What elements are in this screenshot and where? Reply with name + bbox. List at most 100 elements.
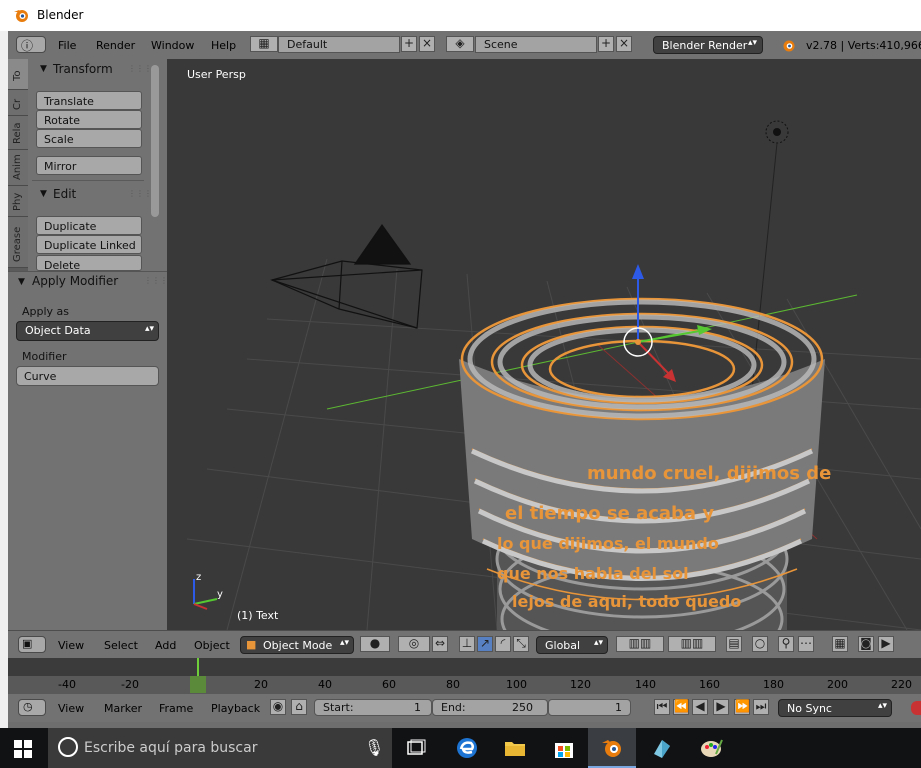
auto-keying-button[interactable] — [911, 701, 921, 715]
lock-icon[interactable]: ⌂ — [291, 699, 307, 715]
menu-marker[interactable]: Marker — [104, 702, 142, 715]
dropdown-arrows-icon: ▴▾ — [144, 324, 154, 334]
tab-grease-pencil[interactable]: Grease — [8, 217, 28, 268]
text-ring-1: mundo cruel, dijimos de — [587, 463, 831, 484]
snap-element-icon[interactable]: ⋯ — [798, 636, 814, 652]
jump-end-icon[interactable]: ⏭ — [753, 699, 769, 715]
scale-manipulator-icon[interactable]: ⤡ — [513, 636, 529, 652]
toolshelf-scrollbar[interactable] — [151, 65, 159, 217]
layers-grid-right[interactable]: ▥▥ — [668, 636, 716, 652]
store-icon[interactable] — [552, 736, 576, 760]
windows-start-icon[interactable] — [14, 740, 32, 758]
collapse-arrow-icon[interactable]: ▼ — [40, 189, 47, 199]
tick-label: 180 — [763, 678, 784, 691]
screen-layout-icon[interactable]: ▦ — [250, 36, 278, 52]
menu-window[interactable]: Window — [151, 39, 194, 52]
current-frame-indicator[interactable] — [190, 676, 206, 693]
text-ring-5: lejos de aqui, todo quedo — [512, 592, 741, 611]
menu-view[interactable]: View — [58, 702, 84, 715]
record-keyframe-icon[interactable]: ◉ — [270, 699, 286, 715]
manipulator-axes-icon[interactable]: ⊥ — [459, 636, 475, 652]
paint-app-icon[interactable] — [700, 736, 724, 760]
end-frame-field[interactable]: End: 250 — [432, 699, 548, 716]
operator-panel-header[interactable]: Apply Modifier — [32, 274, 118, 288]
mode-select[interactable]: ■ Object Mode ▴▾ — [240, 636, 354, 654]
play-icon[interactable]: ▶ — [713, 699, 729, 715]
rotate-manipulator-icon[interactable]: ◜ — [495, 636, 511, 652]
layers-grid-left[interactable]: ▥▥ — [616, 636, 664, 652]
mode-label: Object Mode — [263, 639, 333, 652]
editor-type-button[interactable]: ⓘ — [16, 36, 46, 53]
play-reverse-icon[interactable]: ◀ — [692, 699, 708, 715]
edge-browser-icon[interactable] — [455, 736, 479, 760]
tab-animation[interactable]: Anim — [8, 150, 28, 186]
viewport-shading-icon[interactable]: ● — [360, 636, 390, 652]
editor-type-button[interactable]: ▣ — [18, 636, 46, 653]
menu-playback[interactable]: Playback — [211, 702, 260, 715]
editor-type-button[interactable]: ◷ — [18, 699, 46, 716]
start-frame-field[interactable]: Start: 1 — [314, 699, 432, 716]
opengl-render-icon[interactable]: ◙ — [858, 636, 874, 652]
render-engine-select[interactable]: Blender Render ▴▾ — [653, 36, 763, 54]
drag-handle-icon[interactable]: ⋮⋮⋮ — [144, 276, 168, 285]
pivot-point-icon[interactable]: ◎ — [398, 636, 430, 652]
task-view-icon[interactable] — [404, 736, 428, 760]
edit-panel-header[interactable]: Edit — [53, 187, 76, 201]
file-explorer-icon[interactable] — [503, 736, 527, 760]
snap-toggle-icon[interactable]: ⚲ — [778, 636, 794, 652]
current-frame-line[interactable] — [197, 658, 199, 676]
mirror-button[interactable]: Mirror — [36, 156, 142, 175]
scene-icon[interactable]: ◈ — [446, 36, 474, 52]
duplicate-linked-button[interactable]: Duplicate Linked — [36, 235, 142, 254]
sync-mode-select[interactable]: No Sync ▴▾ — [778, 699, 892, 717]
blender-taskbar-item[interactable] — [588, 728, 636, 768]
menu-help[interactable]: Help — [211, 39, 236, 52]
screen-layout-field[interactable]: Default — [278, 36, 400, 53]
next-keyframe-icon[interactable]: ⏩ — [734, 699, 750, 715]
drag-handle-icon[interactable]: ⋮⋮⋮ — [128, 189, 152, 198]
microphone-icon[interactable]: 🎙︎ — [364, 738, 384, 757]
manipulator-toggle-icon[interactable]: ⇔ — [432, 636, 448, 652]
add-layout-icon[interactable]: + — [401, 36, 417, 52]
menu-file[interactable]: File — [58, 39, 76, 52]
current-frame-field[interactable]: 1 — [548, 699, 631, 716]
apply-as-select[interactable]: Object Data ▴▾ — [16, 321, 159, 341]
3d-view-header: ▣ View Select Add Object ■ Object Mode ▴… — [8, 630, 921, 659]
render-preview-icon[interactable]: ▦ — [832, 636, 848, 652]
transform-panel-header[interactable]: Transform — [53, 62, 113, 76]
tab-physics[interactable]: Phy — [8, 186, 28, 217]
jump-start-icon[interactable]: ⏮ — [654, 699, 670, 715]
3d-viewport[interactable]: mundo cruel, dijimos de el tiempo se aca… — [167, 59, 921, 630]
translate-manipulator-icon[interactable]: ↗ — [477, 636, 493, 652]
scale-button[interactable]: Scale — [36, 129, 142, 148]
menu-select[interactable]: Select — [104, 639, 138, 652]
scene-field[interactable]: Scene — [475, 36, 597, 53]
app-icon-cube[interactable] — [650, 736, 674, 760]
proportional-edit-icon[interactable]: ○ — [752, 636, 768, 652]
add-scene-icon[interactable]: + — [598, 36, 614, 52]
transform-orientation-select[interactable]: Global ▴▾ — [536, 636, 608, 654]
menu-frame[interactable]: Frame — [159, 702, 193, 715]
menu-object[interactable]: Object — [194, 639, 230, 652]
opengl-anim-icon[interactable]: ▶ — [878, 636, 894, 652]
tab-create[interactable]: Cr — [8, 90, 28, 116]
translate-button[interactable]: Translate — [36, 91, 142, 110]
duplicate-button[interactable]: Duplicate — [36, 216, 142, 235]
menu-render[interactable]: Render — [96, 39, 135, 52]
remove-scene-icon[interactable]: × — [616, 36, 632, 52]
timeline-area[interactable]: -40 -20 0 20 40 60 80 100 120 140 160 18… — [8, 658, 921, 694]
drag-handle-icon[interactable]: ⋮⋮⋮ — [128, 64, 152, 73]
collapse-arrow-icon[interactable]: ▼ — [18, 277, 25, 287]
tab-relations[interactable]: Rela — [8, 116, 28, 150]
taskbar-search[interactable]: Escribe aquí para buscar 🎙︎ — [48, 728, 392, 768]
tab-tools[interactable]: To — [8, 59, 28, 90]
delete-button[interactable]: Delete — [36, 255, 142, 272]
lock-layers-icon[interactable]: ▤ — [726, 636, 742, 652]
menu-view[interactable]: View — [58, 639, 84, 652]
rotate-button[interactable]: Rotate — [36, 110, 142, 129]
collapse-arrow-icon[interactable]: ▼ — [40, 64, 47, 74]
remove-layout-icon[interactable]: × — [419, 36, 435, 52]
menu-add[interactable]: Add — [155, 639, 176, 652]
prev-keyframe-icon[interactable]: ⏪ — [673, 699, 689, 715]
modifier-field[interactable]: Curve — [16, 366, 159, 386]
